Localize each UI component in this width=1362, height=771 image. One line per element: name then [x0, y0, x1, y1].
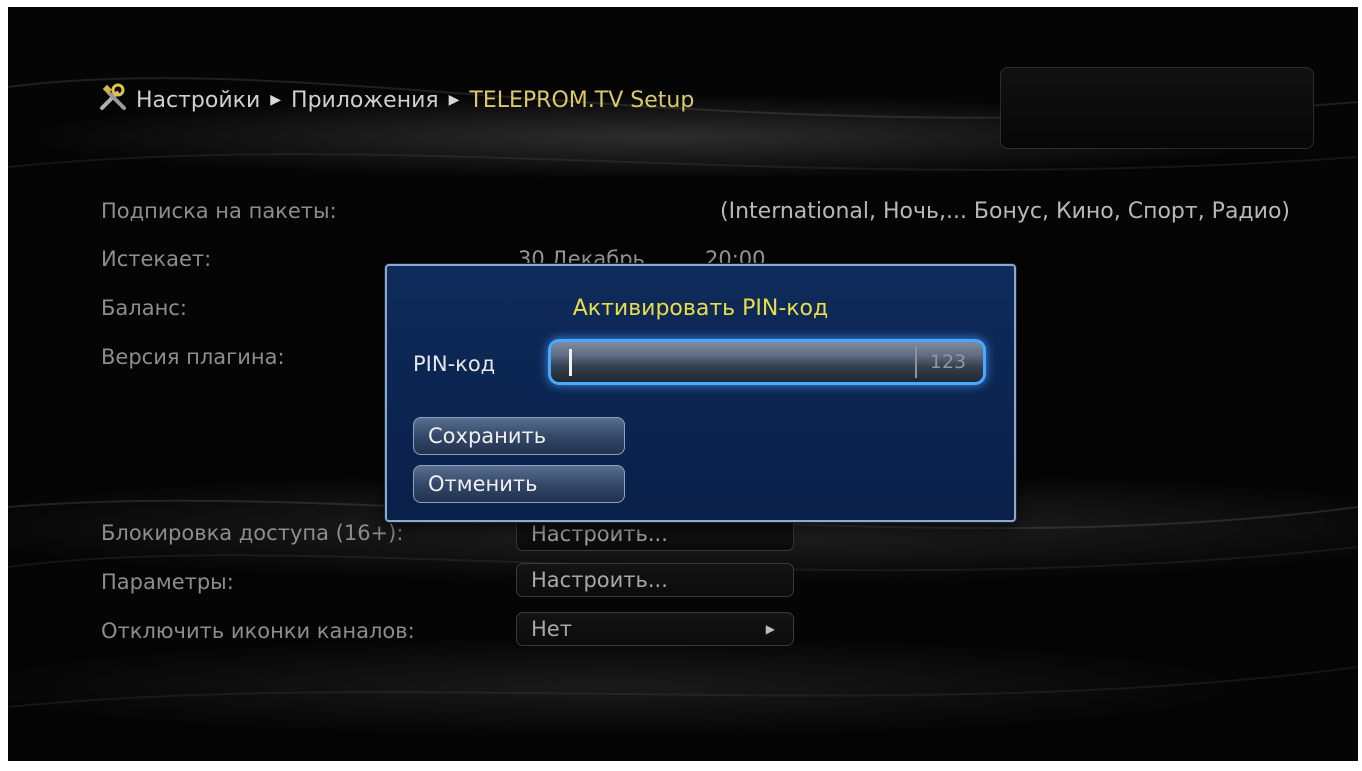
tools-icon	[98, 82, 128, 118]
parameters-button[interactable]: Настроить...	[516, 563, 794, 597]
balance-label: Баланс:	[101, 296, 187, 320]
pin-dialog: Активировать PIN-код PIN-код 123 Сохрани…	[385, 264, 1016, 522]
subscription-value: (International, Ночь,... Бонус, Кино, Сп…	[720, 199, 1290, 224]
breadcrumb-item-current: TELEPROM.TV Setup	[469, 87, 695, 113]
parameters-label: Параметры:	[101, 570, 234, 594]
dialog-title: Активировать PIN-код	[572, 296, 829, 321]
disable-icons-label: Отключить иконки каналов:	[101, 619, 415, 643]
chevron-right-icon: ▶	[270, 92, 282, 108]
plugin-version-label: Версия плагина:	[101, 345, 285, 369]
pin-input[interactable]: 123	[548, 339, 986, 385]
expires-label: Истекает:	[101, 247, 212, 271]
input-mode-indicator: 123	[915, 346, 979, 378]
tv-screen: Настройки ▶ Приложения ▶ TELEPROM.TV Set…	[8, 7, 1358, 761]
disable-icons-select[interactable]: Нет ▶	[516, 612, 794, 646]
pin-label: PIN-код	[413, 352, 496, 376]
access-lock-button[interactable]: Настроить...	[516, 517, 794, 551]
access-lock-label: Блокировка доступа (16+):	[101, 521, 404, 545]
breadcrumb-item-settings[interactable]: Настройки	[136, 88, 260, 113]
breadcrumb: Настройки ▶ Приложения ▶ TELEPROM.TV Set…	[98, 82, 694, 118]
save-button[interactable]: Сохранить	[413, 417, 625, 455]
text-caret	[569, 349, 572, 376]
breadcrumb-item-apps[interactable]: Приложения	[291, 88, 439, 113]
subscription-label: Подписка на пакеты:	[101, 199, 337, 223]
cancel-button[interactable]: Отменить	[413, 465, 625, 503]
chevron-right-icon: ▶	[448, 92, 460, 108]
arrow-right-icon: ▶	[765, 622, 775, 636]
disable-icons-value: Нет	[531, 617, 572, 641]
header-info-panel	[1000, 67, 1314, 149]
